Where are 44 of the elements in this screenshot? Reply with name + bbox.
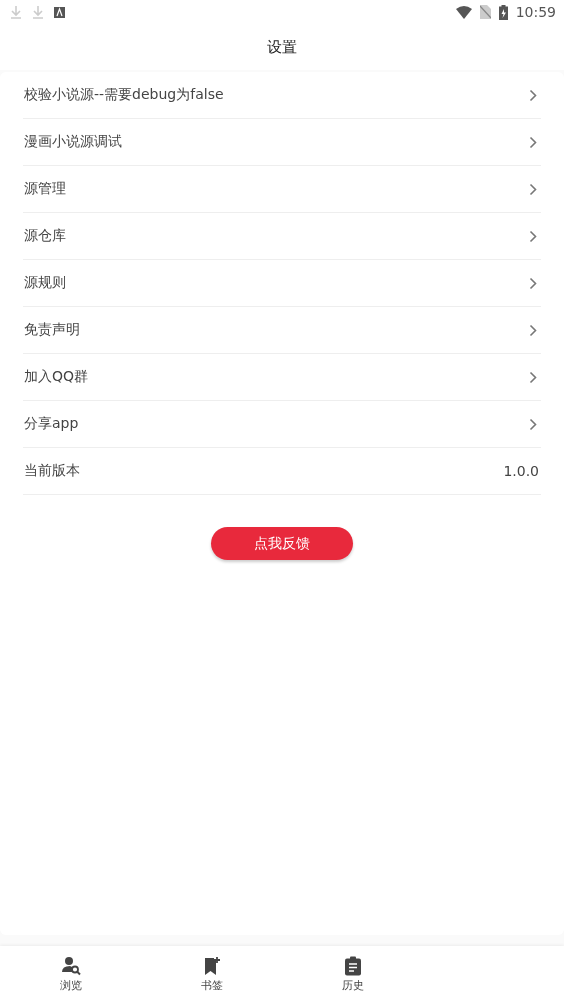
nav-label: 浏览: [59, 977, 82, 993]
settings-label: 免责声明: [24, 321, 80, 339]
settings-label: 分享app: [24, 415, 79, 433]
settings-label: 加入QQ群: [24, 368, 89, 386]
settings-row[interactable]: 校验小说源--需要debug为false: [23, 72, 541, 119]
settings-row[interactable]: 源规则: [23, 260, 541, 307]
nav-tab[interactable]: 浏览: [0, 946, 141, 1002]
chevron-right-icon: [529, 276, 537, 290]
clipboard-icon: [343, 955, 362, 976]
nav-label: 书签: [200, 977, 223, 993]
status-time: 10:59: [515, 4, 556, 20]
settings-label: 漫画小说源调试: [24, 133, 122, 151]
wifi-icon: [455, 5, 472, 19]
version-value: 1.0.0: [503, 463, 539, 479]
bookmark-icon: [202, 955, 221, 976]
settings-row[interactable]: 漫画小说源调试: [23, 119, 541, 166]
settings-label: 当前版本: [24, 462, 80, 480]
settings-row[interactable]: 源管理: [23, 166, 541, 213]
settings-row[interactable]: 源仓库: [23, 213, 541, 260]
chevron-right-icon: [529, 417, 537, 431]
settings-label: 源规则: [24, 274, 66, 292]
nav-tab[interactable]: 历史: [282, 946, 423, 1002]
page-title: 设置: [267, 37, 297, 57]
nav-tab[interactable]: 书签: [141, 946, 282, 1002]
feedback-button[interactable]: 点我反馈: [211, 527, 353, 560]
chevron-right-icon: [529, 229, 537, 243]
settings-row[interactable]: 加入QQ群: [23, 354, 541, 401]
settings-label: 源仓库: [24, 227, 66, 245]
download-icon: [32, 5, 44, 19]
chevron-right-icon: [529, 182, 537, 196]
chevron-right-icon: [529, 135, 537, 149]
settings-row[interactable]: 分享app: [23, 401, 541, 448]
person-search-icon: [60, 955, 81, 976]
sim-icon: [479, 5, 491, 19]
settings-row[interactable]: 免责声明: [23, 307, 541, 354]
chevron-right-icon: [529, 370, 537, 384]
chevron-right-icon: [529, 323, 537, 337]
battery-icon: [498, 4, 508, 20]
settings-label: 校验小说源--需要debug为false: [24, 86, 224, 104]
settings-label: 源管理: [24, 180, 66, 198]
chevron-right-icon: [529, 88, 537, 102]
nav-label: 历史: [341, 977, 364, 993]
app-icon: [54, 6, 65, 18]
download-icon: [10, 5, 22, 19]
